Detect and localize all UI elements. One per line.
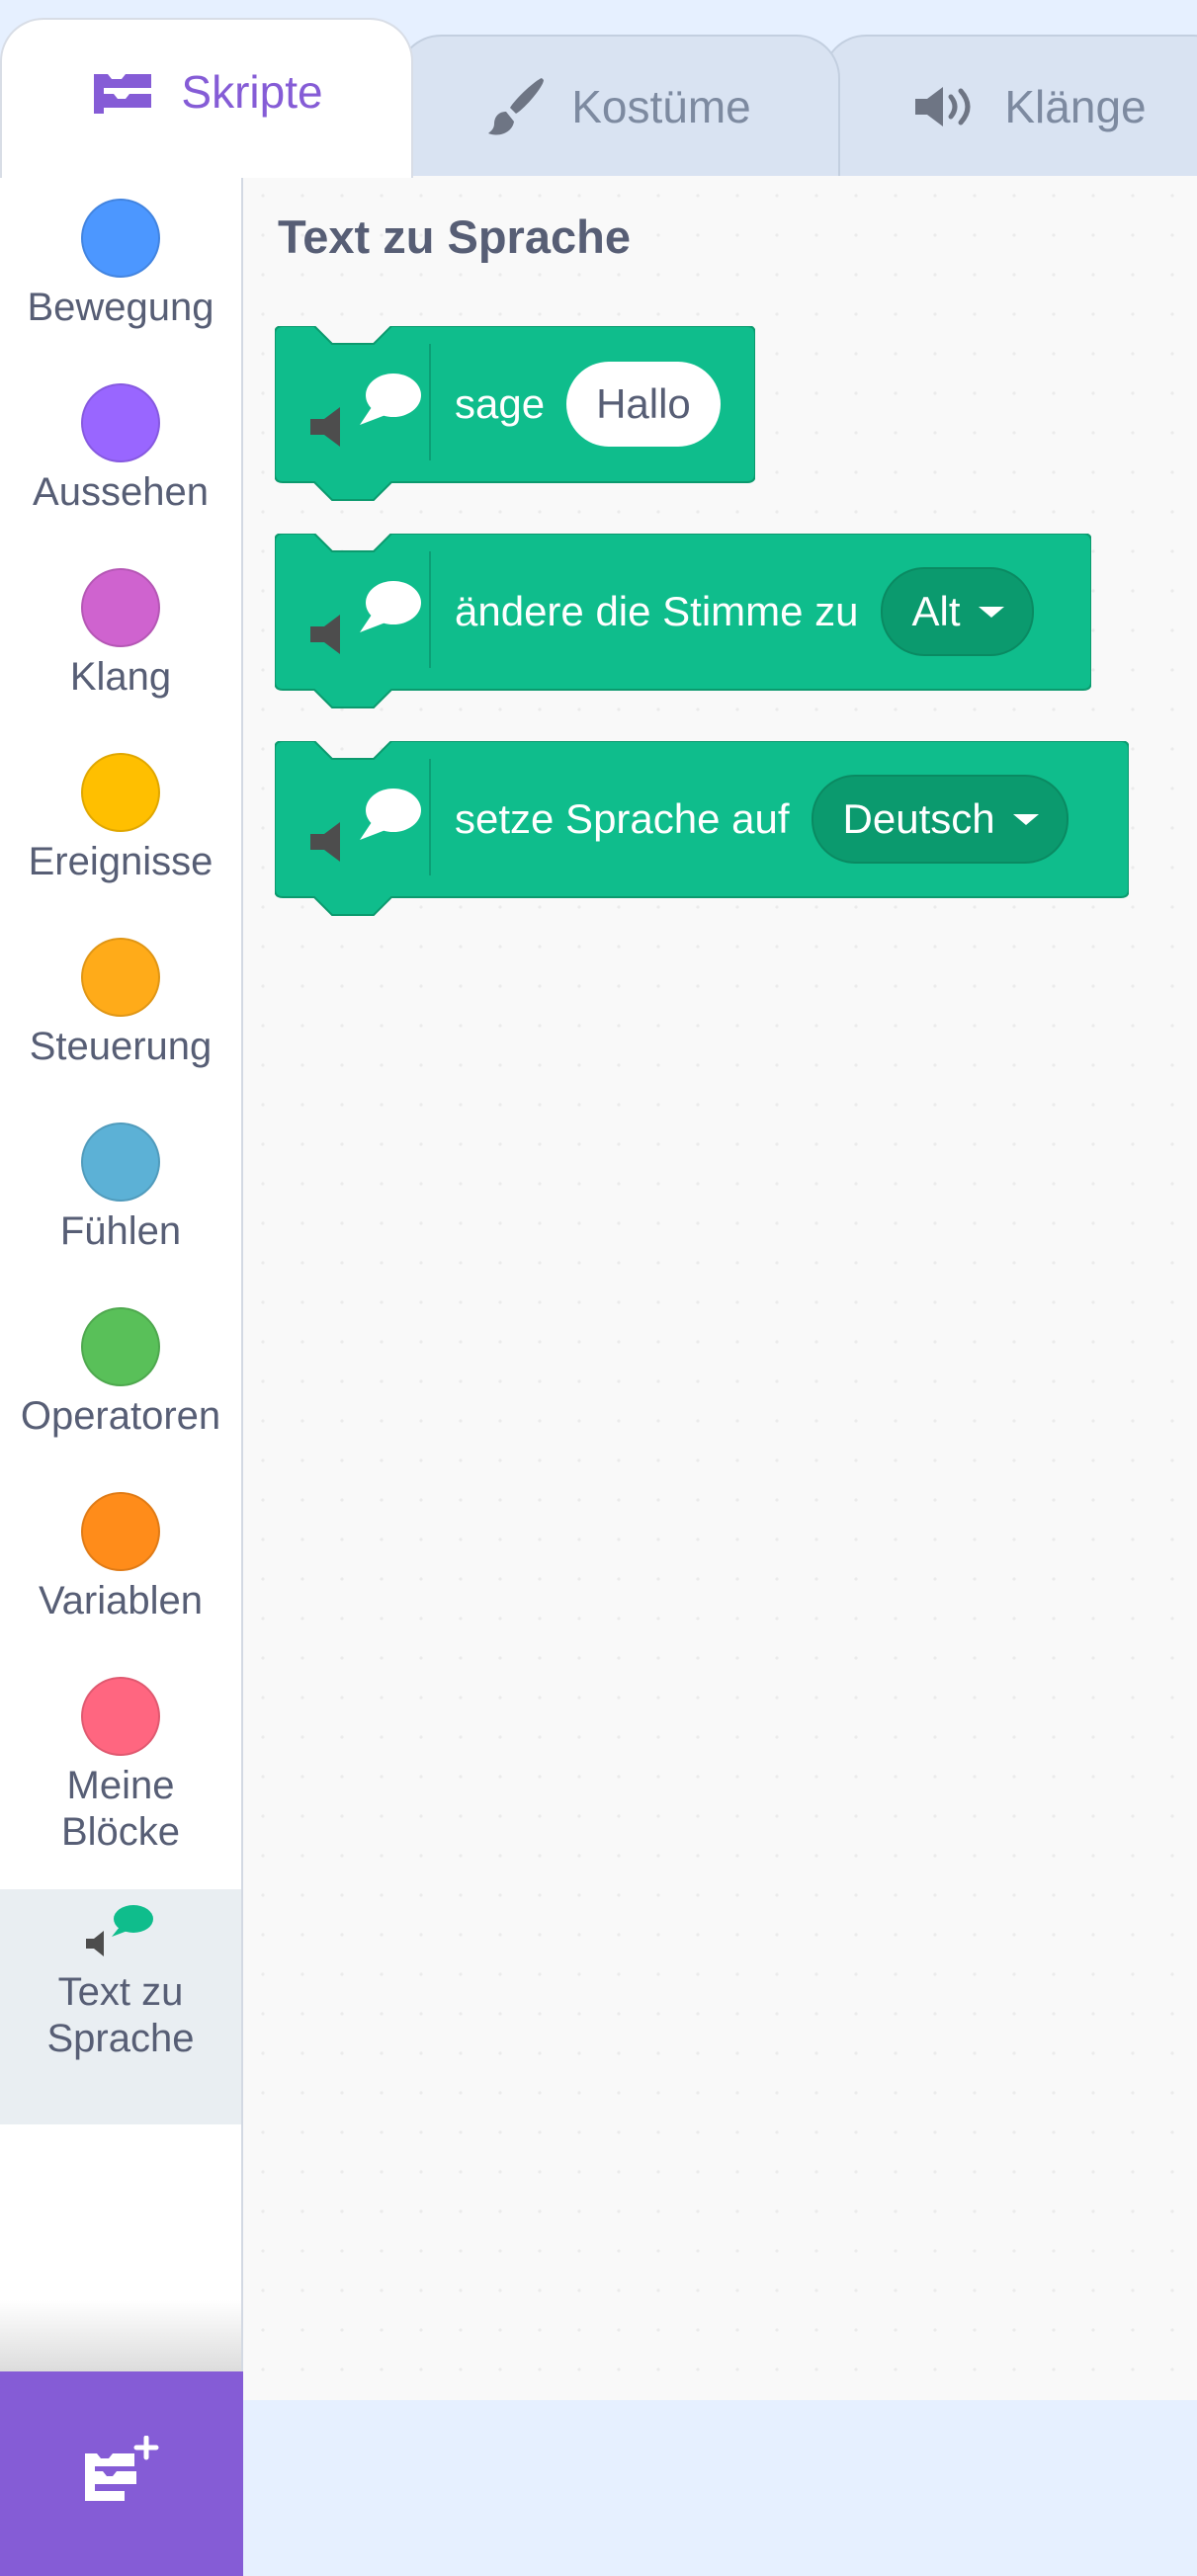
code-blocks-icon [90,68,155,116]
block-palette: Text zu Sprache sage Hallo ändere die St… [243,176,1197,2400]
voice-dropdown[interactable]: Alt [880,567,1034,656]
caret-down-icon [1012,813,1039,825]
tab-costumes[interactable]: Kostüme [397,35,840,176]
category-label: Operatoren [20,1394,221,1438]
category-motion[interactable]: Bewegung [0,199,241,331]
block-content: ändere die Stimme zu Alt [455,534,1034,690]
block-content: setze Sprache auf Deutsch [455,741,1069,897]
category-color-dot [81,1492,160,1571]
category-my-blocks[interactable]: Meine Blöcke [0,1677,241,1856]
category-label: Variablen [38,1579,204,1622]
block-content: sage Hallo [455,326,721,482]
tab-label: Klänge [1004,80,1147,132]
block-set-voice[interactable]: ändere die Stimme zu Alt [275,534,1091,711]
category-menu: Bewegung Aussehen Klang Ereignisse Steue… [0,176,243,2576]
block-divider [429,759,431,875]
category-control[interactable]: Steuerung [0,938,241,1070]
category-text-to-speech[interactable]: Text zu Sprache [0,1889,241,2124]
sidebar-scroll-fade [0,2300,241,2371]
category-operators[interactable]: Operatoren [0,1307,241,1440]
category-color-dot [81,199,160,278]
category-label: Aussehen [33,470,209,514]
category-color-dot [81,1307,160,1386]
text-to-speech-icon [306,366,425,469]
tab-label: Kostüme [571,80,751,132]
category-label: Text zu Sprache [46,1970,195,2060]
category-label: Ereignisse [28,840,214,883]
text-input[interactable]: Hallo [566,362,721,447]
language-dropdown[interactable]: Deutsch [811,775,1069,864]
add-extension-icon [81,2435,162,2512]
block-divider [429,551,431,668]
text-to-speech-icon [306,781,425,884]
category-label: Steuerung [29,1025,213,1068]
text-to-speech-icon [84,1889,157,1962]
category-label: Bewegung [27,286,214,329]
palette-heading: Text zu Sprache [278,210,631,263]
category-variables[interactable]: Variablen [0,1492,241,1624]
category-color-dot [81,753,160,832]
block-label: ändere die Stimme zu [455,588,859,634]
block-label: sage [455,380,546,427]
category-color-dot [81,938,160,1017]
category-label: Klang [69,655,172,699]
add-extension-button[interactable] [0,2371,243,2576]
caret-down-icon [978,606,1004,618]
text-to-speech-icon [306,573,425,677]
category-color-dot [81,383,160,462]
dropdown-value: Alt [911,588,961,634]
tab-label: Skripte [181,66,323,118]
paintbrush-icon [486,76,546,137]
category-looks[interactable]: Aussehen [0,383,241,516]
editor-tabs: Skripte Kostüme Klänge [0,0,1197,178]
tab-sounds[interactable]: Klänge [822,35,1197,176]
block-divider [429,344,431,460]
category-events[interactable]: Ereignisse [0,753,241,885]
category-sensing[interactable]: Fühlen [0,1122,241,1255]
speaker-icon [913,83,979,130]
tab-scripts[interactable]: Skripte [0,18,413,178]
block-speak[interactable]: sage Hallo [275,326,755,504]
category-label: Fühlen [59,1209,182,1253]
category-color-dot [81,568,160,647]
block-set-language[interactable]: setze Sprache auf Deutsch [275,741,1129,919]
category-color-dot [81,1122,160,1202]
category-color-dot [81,1677,160,1756]
category-sound[interactable]: Klang [0,568,241,701]
category-label: Meine Blöcke [60,1764,181,1854]
dropdown-value: Deutsch [842,795,995,842]
block-label: setze Sprache auf [455,795,790,842]
